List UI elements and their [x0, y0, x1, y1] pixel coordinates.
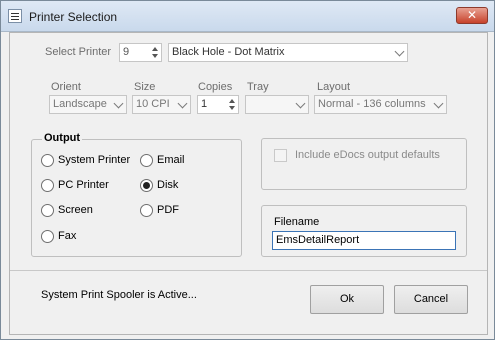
- window-title: Printer Selection: [29, 10, 118, 24]
- spinner-arrows-icon[interactable]: [149, 45, 160, 60]
- radio-circle: [41, 179, 54, 192]
- ok-button[interactable]: Ok: [310, 285, 384, 314]
- radio-label: Email: [157, 154, 185, 166]
- chevron-down-icon: [394, 46, 405, 57]
- dialog-body: Select Printer 9 Black Hole - Dot Matrix…: [9, 32, 488, 335]
- radio-circle: [41, 204, 54, 217]
- radio-circle: [41, 154, 54, 167]
- title-bar[interactable]: Printer Selection ✕: [1, 1, 494, 32]
- size-label: Size: [134, 81, 156, 93]
- close-button[interactable]: ✕: [456, 7, 488, 24]
- spooler-status: System Print Spooler is Active...: [41, 289, 197, 301]
- chevron-down-icon: [433, 98, 444, 109]
- chevron-down-icon: [113, 98, 124, 109]
- size-dropdown[interactable]: 10 CPI: [132, 95, 191, 114]
- layout-value: Normal - 136 columns: [318, 98, 426, 110]
- radio-circle: [140, 204, 153, 217]
- radio-circle: [140, 154, 153, 167]
- radio-label: Disk: [157, 179, 179, 191]
- layout-label: Layout: [317, 81, 351, 93]
- printer-list-icon: [8, 9, 22, 23]
- printer-number-spinner[interactable]: 9: [119, 43, 162, 62]
- chevron-down-icon: [177, 98, 188, 109]
- radio-label: Screen: [58, 204, 93, 216]
- printer-name-dropdown[interactable]: Black Hole - Dot Matrix: [168, 43, 408, 62]
- spinner-arrows-icon[interactable]: [226, 97, 237, 112]
- radio-circle: [41, 230, 54, 243]
- radio-circle-selected: [140, 179, 153, 192]
- chevron-down-icon: [295, 98, 306, 109]
- edocs-checkbox[interactable]: [274, 149, 287, 162]
- printer-selection-window: Printer Selection ✕ Select Printer 9 Bla…: [0, 0, 495, 340]
- orient-value: Landscape: [53, 98, 107, 110]
- size-value: 10 CPI: [136, 98, 170, 110]
- radio-label: System Printer: [58, 154, 131, 166]
- footer-divider: [10, 270, 487, 271]
- tray-dropdown[interactable]: [245, 95, 309, 114]
- output-group-title: Output: [42, 132, 83, 144]
- filename-label: Filename: [274, 216, 320, 228]
- copies-label: Copies: [198, 81, 233, 93]
- cancel-button[interactable]: Cancel: [394, 285, 468, 314]
- copies-spinner[interactable]: 1: [197, 95, 239, 114]
- orient-label: Orient: [51, 81, 81, 93]
- orient-dropdown[interactable]: Landscape: [49, 95, 127, 114]
- select-printer-label: Select Printer: [45, 46, 112, 58]
- filename-input[interactable]: EmsDetailReport: [272, 231, 456, 250]
- printer-number-value: 9: [123, 46, 130, 58]
- layout-dropdown[interactable]: Normal - 136 columns: [314, 95, 447, 114]
- printer-name-value: Black Hole - Dot Matrix: [172, 46, 285, 58]
- edocs-label: Include eDocs output defaults: [295, 149, 440, 161]
- radio-label: PDF: [157, 204, 179, 216]
- radio-label: Fax: [58, 230, 77, 242]
- filename-value: EmsDetailReport: [276, 234, 360, 246]
- radio-label: PC Printer: [58, 179, 109, 191]
- tray-label: Tray: [247, 81, 269, 93]
- copies-value: 1: [201, 98, 208, 110]
- edocs-group: [261, 138, 467, 190]
